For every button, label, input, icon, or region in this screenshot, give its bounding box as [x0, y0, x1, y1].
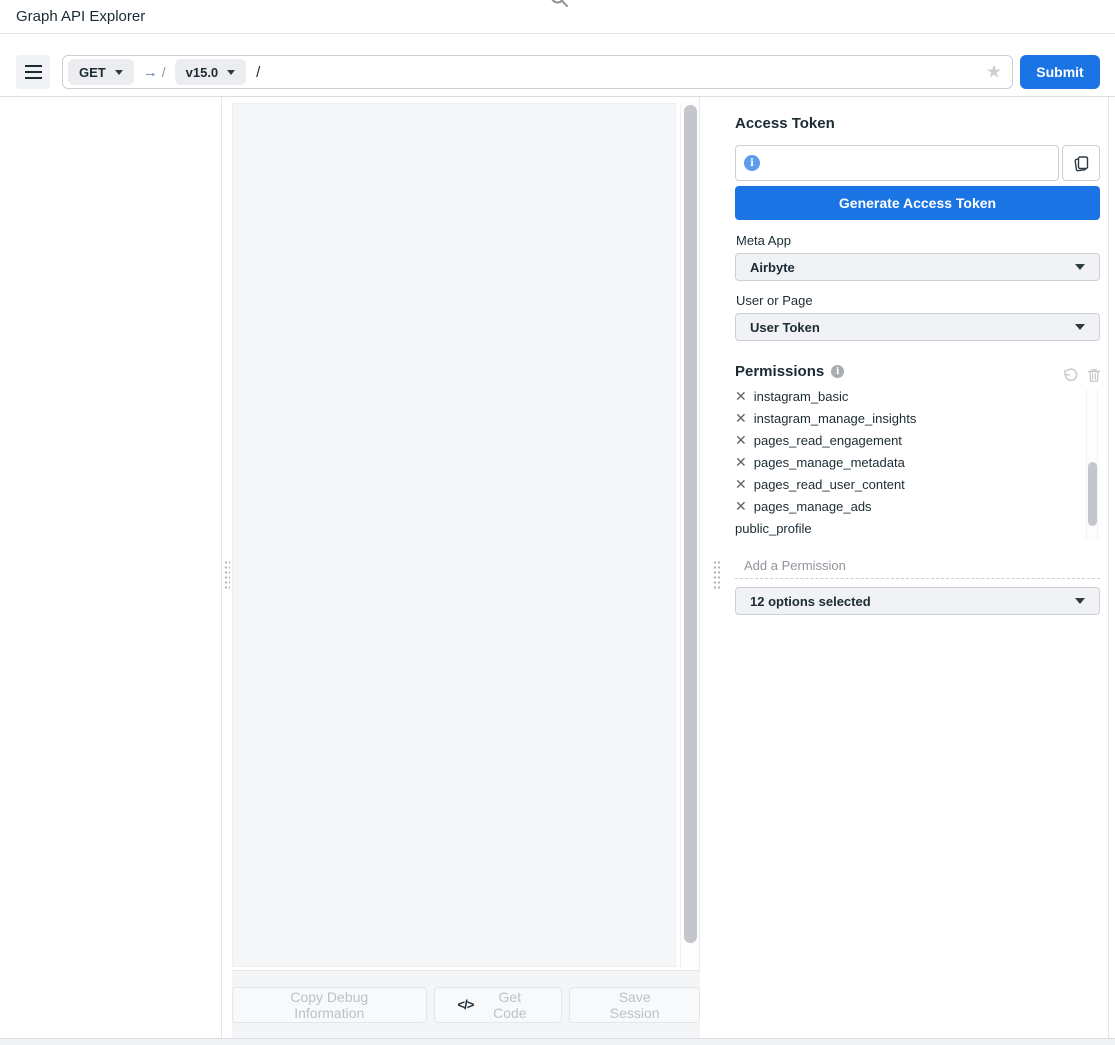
- response-viewer: [232, 103, 676, 967]
- fields-panel: [0, 97, 222, 1038]
- debug-bar: Copy Debug Information </> Get Code Save…: [232, 970, 700, 1038]
- permissions-heading: Permissions: [735, 363, 824, 380]
- permission-label: instagram_manage_insights: [754, 411, 917, 426]
- get-code-button[interactable]: </> Get Code: [434, 987, 563, 1023]
- options-selected-summary: 12 options selected: [750, 594, 871, 609]
- meta-app-label: Meta App: [736, 233, 791, 248]
- remove-permission-icon[interactable]: ✕: [735, 433, 747, 447]
- permission-item: ✕ pages_read_engagement: [735, 429, 1085, 451]
- permission-label: pages_read_engagement: [754, 433, 902, 448]
- meta-app-select[interactable]: Airbyte: [735, 253, 1100, 281]
- code-icon: </>: [458, 997, 474, 1012]
- access-token-heading: Access Token: [735, 115, 835, 132]
- path-slash: /: [162, 64, 166, 80]
- panel-edge-divider: [1108, 97, 1109, 1038]
- undo-button[interactable]: [1062, 368, 1078, 383]
- access-token-input[interactable]: [766, 146, 1058, 180]
- permission-item: ✕ pages_manage_metadata: [735, 451, 1085, 473]
- copy-debug-information-button[interactable]: Copy Debug Information: [232, 987, 427, 1023]
- response-panel: Copy Debug Information </> Get Code Save…: [230, 97, 700, 1038]
- method-dropdown-label: GET: [79, 65, 106, 80]
- remove-permission-icon[interactable]: ✕: [735, 455, 747, 469]
- path-root-slash: /: [256, 64, 260, 81]
- trash-icon: [1087, 368, 1101, 383]
- meta-app-selected: Airbyte: [750, 260, 795, 275]
- permission-item: ✕ pages_manage_ads: [735, 495, 1085, 517]
- favorite-star-icon[interactable]: ★: [986, 63, 1002, 81]
- clear-permissions-button[interactable]: [1087, 368, 1101, 383]
- permission-label: pages_manage_metadata: [754, 455, 905, 470]
- save-session-button[interactable]: Save Session: [569, 987, 700, 1023]
- permission-item: ✕ instagram_manage_insights: [735, 407, 1085, 429]
- undo-icon: [1062, 368, 1078, 383]
- remove-permission-icon[interactable]: ✕: [735, 499, 747, 513]
- user-or-page-select[interactable]: User Token: [735, 313, 1100, 341]
- generate-access-token-button[interactable]: Generate Access Token: [735, 186, 1100, 220]
- right-panel-resize-handle[interactable]: [712, 559, 720, 590]
- info-icon[interactable]: i: [831, 365, 844, 378]
- request-bar: GET → / v15.0 / ★: [62, 55, 1013, 89]
- permission-item: ✕ instagram_basic: [735, 390, 1085, 407]
- permissions-header: Permissions i: [735, 363, 844, 380]
- user-or-page-label: User or Page: [736, 293, 813, 308]
- arrow-right-icon: →: [143, 64, 158, 81]
- info-icon[interactable]: i: [744, 155, 760, 171]
- app-header: Graph API Explorer: [0, 0, 1115, 34]
- permission-label: pages_read_user_content: [754, 477, 905, 492]
- token-row: i: [735, 145, 1100, 181]
- user-or-page-selected: User Token: [750, 320, 820, 335]
- copy-icon: [1072, 154, 1090, 173]
- remove-permission-icon[interactable]: ✕: [735, 411, 747, 425]
- permissions-scrollbar-thumb[interactable]: [1088, 462, 1097, 526]
- permission-label: instagram_basic: [754, 390, 849, 404]
- copy-debug-label: Copy Debug Information: [256, 989, 403, 1021]
- copy-token-button[interactable]: [1062, 145, 1100, 181]
- access-token-field-wrap: i: [735, 145, 1059, 181]
- path-input[interactable]: [269, 56, 984, 88]
- chevron-down-icon: [1075, 598, 1085, 604]
- bottom-strip: [0, 1038, 1115, 1045]
- save-session-label: Save Session: [593, 989, 676, 1021]
- chevron-down-icon: [227, 70, 235, 75]
- permissions-actions: [1062, 368, 1101, 383]
- add-permission-wrap: [735, 553, 1100, 579]
- permission-label: public_profile: [735, 521, 812, 536]
- menu-button[interactable]: [16, 55, 50, 89]
- permissions-list: ✕ instagram_basic ✕ instagram_manage_insigh…: [735, 390, 1085, 540]
- add-permission-input[interactable]: [735, 558, 1100, 573]
- permission-item: ✕ pages_read_user_content: [735, 473, 1085, 495]
- permission-label: pages_manage_ads: [754, 499, 872, 514]
- request-toolbar: GET → / v15.0 / ★ Submit: [0, 34, 1115, 97]
- chevron-down-icon: [115, 70, 123, 75]
- permission-options-select[interactable]: 12 options selected: [735, 587, 1100, 615]
- version-dropdown[interactable]: v15.0: [175, 59, 247, 85]
- search-icon[interactable]: [549, 0, 569, 11]
- method-dropdown[interactable]: GET: [68, 59, 134, 85]
- response-scrollbar-thumb[interactable]: [684, 105, 697, 943]
- chevron-down-icon: [1075, 324, 1085, 330]
- page-title: Graph API Explorer: [16, 0, 145, 33]
- remove-permission-icon[interactable]: ✕: [735, 477, 747, 491]
- version-dropdown-label: v15.0: [186, 65, 219, 80]
- get-code-label: Get Code: [481, 989, 538, 1021]
- submit-button[interactable]: Submit: [1020, 55, 1100, 89]
- chevron-down-icon: [1075, 264, 1085, 270]
- remove-permission-icon[interactable]: ✕: [735, 390, 747, 403]
- permission-item: public_profile: [735, 517, 1085, 539]
- access-token-panel: Access Token i Generate Access Token Met…: [725, 97, 1115, 1038]
